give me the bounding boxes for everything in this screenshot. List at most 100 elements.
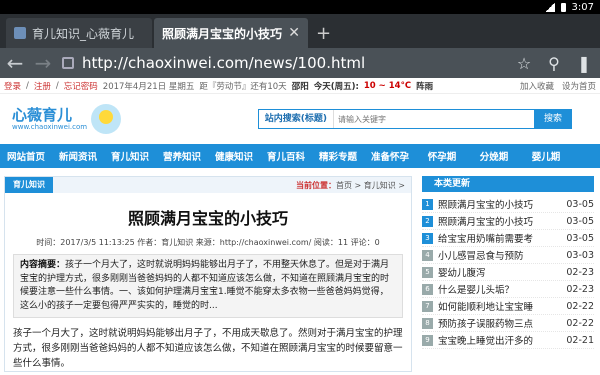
- item-title: 给宝宝用奶嘴前需要考: [438, 234, 534, 245]
- back-arrow-icon[interactable]: ←: [6, 51, 24, 75]
- item-title: 照顾满月宝宝的小技巧: [438, 200, 534, 211]
- rank-badge: 4: [422, 249, 433, 261]
- weather-day: 今天(周五):: [313, 81, 359, 92]
- nav-item-infancy[interactable]: 婴儿期: [520, 149, 572, 163]
- rank-badge: 7: [422, 300, 433, 312]
- search-input[interactable]: [333, 110, 534, 128]
- address-bar: ← → http://chaoxinwei.com/news/100.html …: [0, 48, 600, 78]
- article-header: 育儿知识 当前位置：首页 > 育儿知识 >: [5, 177, 411, 193]
- sidebar-title: 本类更新: [422, 176, 594, 192]
- item-date: 02-21: [566, 334, 594, 346]
- sidebar-list: 1 照顾满月宝宝的小技巧 03-05 2 照顾满月宝宝的小技巧 03-05 3 给宝宝用奶…: [422, 196, 594, 349]
- article-meta: 时间：2017/3/5 11:13:25 作者：育儿知识 来源：http://c…: [36, 238, 380, 247]
- search-scope-select[interactable]: 站内搜索(标题): [258, 110, 334, 128]
- breadcrumb-label: 当前位置：: [295, 180, 336, 190]
- signal-icon: [544, 2, 555, 12]
- item-title: 宝宝晚上睡觉出汗多的: [438, 336, 534, 347]
- city-name: 邵阳: [291, 81, 309, 92]
- tab-title: 育儿知识_心薇育儿: [32, 26, 135, 41]
- rank-badge: 8: [422, 317, 433, 329]
- add-favorite-link[interactable]: 加入收藏: [520, 80, 554, 92]
- item-title: 预防孩子误服药物三点: [438, 319, 534, 330]
- forward-arrow-icon[interactable]: →: [34, 51, 52, 75]
- bookmark-icon[interactable]: ❚: [574, 54, 594, 73]
- item-title: 如何能顺利地让宝宝睡: [438, 302, 534, 313]
- site-header: 心薇育儿 www.chaoxinwei.com 站内搜索(标题) 搜索: [0, 94, 600, 144]
- list-item[interactable]: 5 婴幼儿腹泻 02-23: [422, 264, 594, 281]
- status-bar: 3:07: [0, 0, 600, 14]
- rank-badge: 1: [422, 198, 433, 210]
- item-date: 02-22: [566, 317, 594, 329]
- list-item[interactable]: 7 如何能顺利地让宝宝睡 02-22: [422, 298, 594, 315]
- login-link[interactable]: 登录: [4, 80, 21, 92]
- logo-name: 心薇育儿: [12, 106, 73, 124]
- page-icon: [62, 57, 74, 69]
- nav-item-parenting[interactable]: 育儿知识: [104, 149, 156, 163]
- item-date: 03-05: [566, 215, 594, 227]
- list-item[interactable]: 2 照顾满月宝宝的小技巧 03-05: [422, 213, 594, 230]
- sidebar: 本类更新 1 照顾满月宝宝的小技巧 03-05 2 照顾满月宝宝的小技巧 03-05 3…: [422, 176, 594, 372]
- rank-badge: 9: [422, 334, 433, 346]
- nav-item-topics[interactable]: 精彩专题: [312, 149, 364, 163]
- status-time: 3:07: [571, 1, 594, 13]
- nav-item-health[interactable]: 健康知识: [208, 149, 260, 163]
- tab-inactive[interactable]: 育儿知识_心薇育儿: [6, 18, 152, 48]
- nav-item-home[interactable]: 网站首页: [0, 149, 52, 163]
- star-icon[interactable]: ☆: [514, 54, 534, 73]
- plus-icon: +: [316, 22, 332, 44]
- rank-badge: 3: [422, 232, 433, 244]
- list-item[interactable]: 4 小儿感冒忌食与预防 03-03: [422, 247, 594, 264]
- date-text: 2017年4月21日 星期五: [102, 81, 195, 92]
- mascot-icon: [91, 104, 122, 134]
- logo-url: www.chaoxinwei.com: [12, 123, 88, 131]
- favicon-icon: [14, 27, 26, 39]
- item-date: 02-23: [566, 283, 594, 295]
- item-date: 03-03: [566, 249, 594, 261]
- list-item[interactable]: 1 照顾满月宝宝的小技巧 03-05: [422, 196, 594, 213]
- breadcrumb: 当前位置：首页 > 育儿知识 >: [296, 180, 411, 191]
- weather-text: 阵雨: [416, 81, 434, 92]
- register-link[interactable]: 注册: [34, 80, 51, 92]
- nav-item-childbirth[interactable]: 分娩期: [468, 149, 520, 163]
- main-nav: 网站首页 新闻资讯 育儿知识 营养知识 健康知识 育儿百科 精彩专题 准备怀孕 …: [0, 144, 600, 168]
- site-logo[interactable]: 心薇育儿 www.chaoxinwei.com: [12, 104, 122, 134]
- list-item[interactable]: 9 宝宝晚上睡觉出汗多的 02-21: [422, 332, 594, 349]
- close-tab-icon[interactable]: ✕: [288, 25, 300, 41]
- item-date: 03-05: [566, 232, 594, 244]
- summary-text: 孩子一个月大了，这时就说明妈妈能够出月子了，不用整天休息了。但是对于满月宝宝的护…: [20, 260, 390, 311]
- site-search: 站内搜索(标题) 搜索: [257, 109, 572, 129]
- new-tab-button[interactable]: +: [308, 18, 339, 48]
- holiday-countdown: 距『劳动节』还有10天: [199, 81, 287, 92]
- tab-title: 照顾满月宝宝的小技巧: [162, 26, 283, 41]
- nav-item-pregnancy[interactable]: 怀孕期: [416, 149, 468, 163]
- item-date: 02-22: [566, 300, 594, 312]
- rank-badge: 6: [422, 283, 433, 295]
- item-title: 照顾满月宝宝的小技巧: [438, 217, 534, 228]
- forgot-password-link[interactable]: 忘记密码: [64, 80, 98, 92]
- top-info-bar: 登录 / 注册 / 忘记密码 2017年4月21日 星期五 距『劳动节』还有10天 …: [0, 78, 600, 94]
- rank-badge: 5: [422, 266, 433, 278]
- list-item[interactable]: 8 预防孩子误服药物三点 02-22: [422, 315, 594, 332]
- item-title: 婴幼儿腹泻: [438, 268, 486, 279]
- item-title: 小儿感冒忌食与预防: [438, 251, 524, 262]
- category-label[interactable]: 育儿知识: [5, 177, 53, 193]
- set-homepage-link[interactable]: 设为首页: [562, 80, 596, 92]
- nav-item-encyclopedia[interactable]: 育儿百科: [260, 149, 312, 163]
- item-date: 03-05: [566, 198, 594, 210]
- search-button[interactable]: 搜索: [533, 109, 572, 129]
- temperature: 10 ~ 14°C: [363, 80, 412, 91]
- tab-active[interactable]: 照顾满月宝宝的小技巧 ✕: [154, 18, 308, 48]
- nav-item-news[interactable]: 新闻资讯: [52, 149, 104, 163]
- nav-item-prepare-pregnancy[interactable]: 准备怀孕: [364, 149, 416, 163]
- search-icon[interactable]: ⚲: [544, 54, 564, 73]
- item-date: 02-23: [566, 266, 594, 278]
- tab-bar: 育儿知识_心薇育儿 照顾满月宝宝的小技巧 ✕ +: [0, 14, 600, 48]
- url-field[interactable]: http://chaoxinwei.com/news/100.html: [62, 54, 504, 72]
- article-title: 照顾满月宝宝的小技巧: [127, 209, 288, 228]
- article-summary: 内容摘要：孩子一个月大了，这时就说明妈妈能够出月子了，不用整天休息了。但是对于满…: [13, 254, 403, 318]
- list-item[interactable]: 6 什么是婴儿头垢？ 02-23: [422, 281, 594, 298]
- list-item[interactable]: 3 给宝宝用奶嘴前需要考 03-05: [422, 230, 594, 247]
- breadcrumb-path[interactable]: 首页 > 育儿知识 >: [336, 181, 405, 190]
- nav-item-nutrition[interactable]: 营养知识: [156, 149, 208, 163]
- content-area: 育儿知识 当前位置：首页 > 育儿知识 > 照顾满月宝宝的小技巧 时间：2017…: [0, 168, 600, 372]
